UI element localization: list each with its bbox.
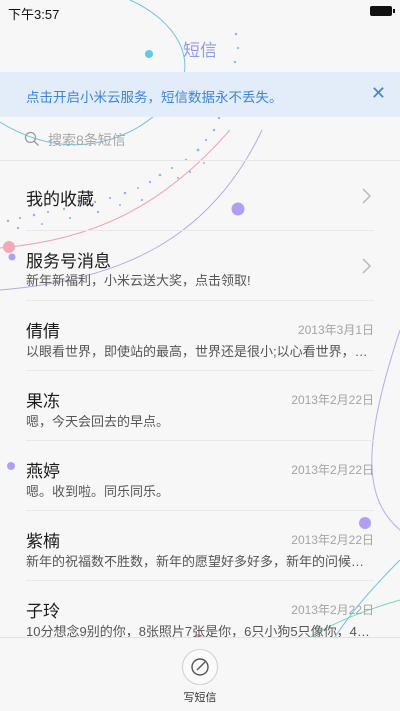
- conversation-name: 燕婷: [26, 462, 60, 481]
- page-title: 短信: [183, 41, 217, 60]
- list-item-service-messages[interactable]: 服务号消息 新年新福利，小米云送大奖，点击领取!: [0, 231, 400, 301]
- status-time: 下午3:57: [8, 7, 60, 22]
- conversation-name: 服务号消息: [26, 252, 111, 271]
- message-preview: 以眼看世界，即使站的最高，世界还是很小;以心看世界，…: [26, 344, 368, 359]
- message-preview: 新年新福利，小米云送大奖，点击领取!: [26, 273, 251, 288]
- status-bar: 下午3:57: [0, 0, 400, 24]
- compose-button[interactable]: [182, 649, 218, 685]
- conversation-name: 倩倩: [26, 322, 60, 341]
- conversation-name: 紫楠: [26, 532, 60, 551]
- message-date: 2013年2月22日: [291, 463, 374, 477]
- conversation-name: 果冻: [26, 392, 60, 411]
- message-list: 我的收藏 服务号消息 新年新福利，小米云送大奖，点击领取! 倩倩 2013年3月…: [0, 161, 400, 651]
- search-bar[interactable]: 搜索8条短信: [24, 128, 364, 150]
- list-item-conversation[interactable]: 燕婷 2013年2月22日 嗯。收到啦。同乐同乐。: [0, 441, 400, 511]
- search-icon: [24, 131, 39, 146]
- list-item-conversation[interactable]: 紫楠 2013年2月22日 新年的祝福数不胜数，新年的愿望好多好多，新年的问候…: [0, 511, 400, 581]
- message-date: 2013年2月22日: [291, 533, 374, 547]
- compose-icon: [191, 658, 209, 676]
- message-preview: 嗯，今天会回去的早点。: [26, 414, 170, 429]
- message-date: 2013年2月22日: [291, 603, 374, 617]
- conversation-name: 我的收藏: [26, 190, 94, 209]
- bottom-bar: 写短信: [0, 637, 400, 711]
- close-icon[interactable]: ✕: [371, 83, 386, 103]
- message-preview: 新年的祝福数不胜数，新年的愿望好多好多，新年的问候…: [26, 554, 365, 569]
- battery-icon: [370, 6, 395, 16]
- message-date: 2013年2月22日: [291, 393, 374, 407]
- compose-label[interactable]: 写短信: [0, 689, 400, 705]
- list-item-conversation[interactable]: 果冻 2013年2月22日 嗯，今天会回去的早点。: [0, 371, 400, 441]
- list-item-favorites[interactable]: 我的收藏: [0, 161, 400, 231]
- conversation-name: 子玲: [26, 602, 60, 621]
- message-preview: 嗯。收到啦。同乐同乐。: [26, 484, 170, 499]
- divider: [0, 637, 400, 638]
- search-placeholder[interactable]: 搜索8条短信: [48, 130, 126, 150]
- list-item-conversation[interactable]: 倩倩 2013年3月1日 以眼看世界，即使站的最高，世界还是很小;以心看世界，…: [0, 301, 400, 371]
- chevron-right-icon: [362, 258, 371, 274]
- cloud-service-banner[interactable]: 点击开启小米云服务，短信数据永不丢失。 ✕: [0, 72, 400, 117]
- chevron-right-icon: [362, 188, 371, 204]
- message-date: 2013年3月1日: [297, 323, 374, 337]
- banner-text[interactable]: 点击开启小米云服务，短信数据永不丢失。: [26, 86, 283, 106]
